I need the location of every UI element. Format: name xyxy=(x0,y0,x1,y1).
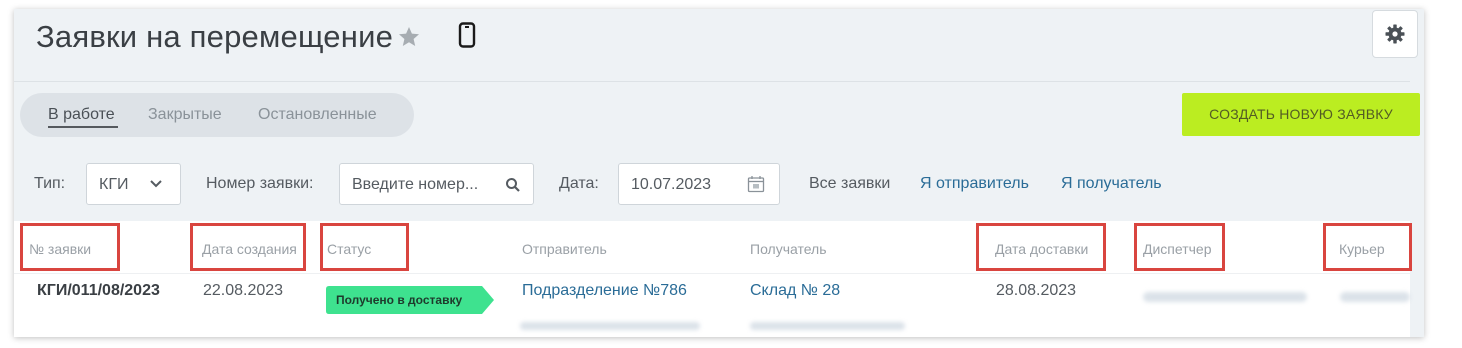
calendar-icon[interactable] xyxy=(747,175,765,193)
i-am-receiver-link[interactable]: Я получатель xyxy=(1061,175,1162,193)
cell-sender-link[interactable]: Подразделение №786 xyxy=(522,282,687,300)
gear-icon xyxy=(1385,24,1405,44)
status-badge-label: Получено в доставку xyxy=(336,293,463,307)
type-select[interactable]: КГИ xyxy=(86,163,181,205)
page-title: Заявки на перемещение xyxy=(36,19,394,54)
highlight-box-status xyxy=(320,223,409,271)
cell-receiver-link[interactable]: Склад № 28 xyxy=(750,282,840,300)
tab-stopped[interactable]: Остановленные xyxy=(258,106,377,124)
type-label: Тип: xyxy=(34,175,66,192)
cell-sender-subtext-redacted xyxy=(520,322,700,330)
table-header-divider xyxy=(14,273,1410,274)
create-request-button[interactable]: СОЗДАТЬ НОВУЮ ЗАЯВКУ xyxy=(1182,93,1420,136)
request-number-input[interactable]: Введите номер... xyxy=(339,163,534,205)
mobile-icon[interactable] xyxy=(458,22,476,48)
search-icon[interactable] xyxy=(505,177,521,193)
active-tab-underline xyxy=(48,126,118,128)
column-header-sender[interactable]: Отправитель xyxy=(522,241,607,257)
highlight-box-delivery-date xyxy=(976,223,1106,271)
cell-courier-redacted xyxy=(1340,292,1410,302)
type-select-value: КГИ xyxy=(99,176,129,193)
request-number-label: Номер заявки: xyxy=(206,175,314,192)
status-tabs: В работе Закрытые Остановленные xyxy=(20,93,414,137)
highlight-box-created xyxy=(190,223,306,271)
date-input[interactable]: 10.07.2023 xyxy=(618,163,780,205)
date-value: 10.07.2023 xyxy=(631,176,712,193)
all-requests-link[interactable]: Все заявки xyxy=(809,175,890,193)
cell-request-number[interactable]: КГИ/011/08/2023 xyxy=(37,282,160,300)
highlight-box-dispatcher xyxy=(1134,223,1225,271)
date-label: Дата: xyxy=(559,175,599,192)
star-icon[interactable] xyxy=(397,25,421,49)
tab-closed[interactable]: Закрытые xyxy=(148,106,222,124)
cell-receiver-subtext-redacted xyxy=(750,322,905,330)
column-header-receiver[interactable]: Получатель xyxy=(750,241,827,257)
status-badge: Получено в доставку xyxy=(326,286,494,314)
cell-created-date: 22.08.2023 xyxy=(203,282,284,299)
cell-dispatcher-redacted xyxy=(1143,292,1307,302)
tab-in-progress[interactable]: В работе xyxy=(48,106,115,124)
request-number-placeholder: Введите номер... xyxy=(352,176,479,193)
settings-button[interactable] xyxy=(1372,10,1418,58)
cell-delivery-date: 28.08.2023 xyxy=(996,282,1077,299)
chevron-down-icon xyxy=(150,180,162,188)
highlight-box-courier xyxy=(1323,223,1412,271)
i-am-sender-link[interactable]: Я отправитель xyxy=(920,175,1029,193)
highlight-box-number xyxy=(20,223,120,271)
header-divider xyxy=(14,81,1410,82)
